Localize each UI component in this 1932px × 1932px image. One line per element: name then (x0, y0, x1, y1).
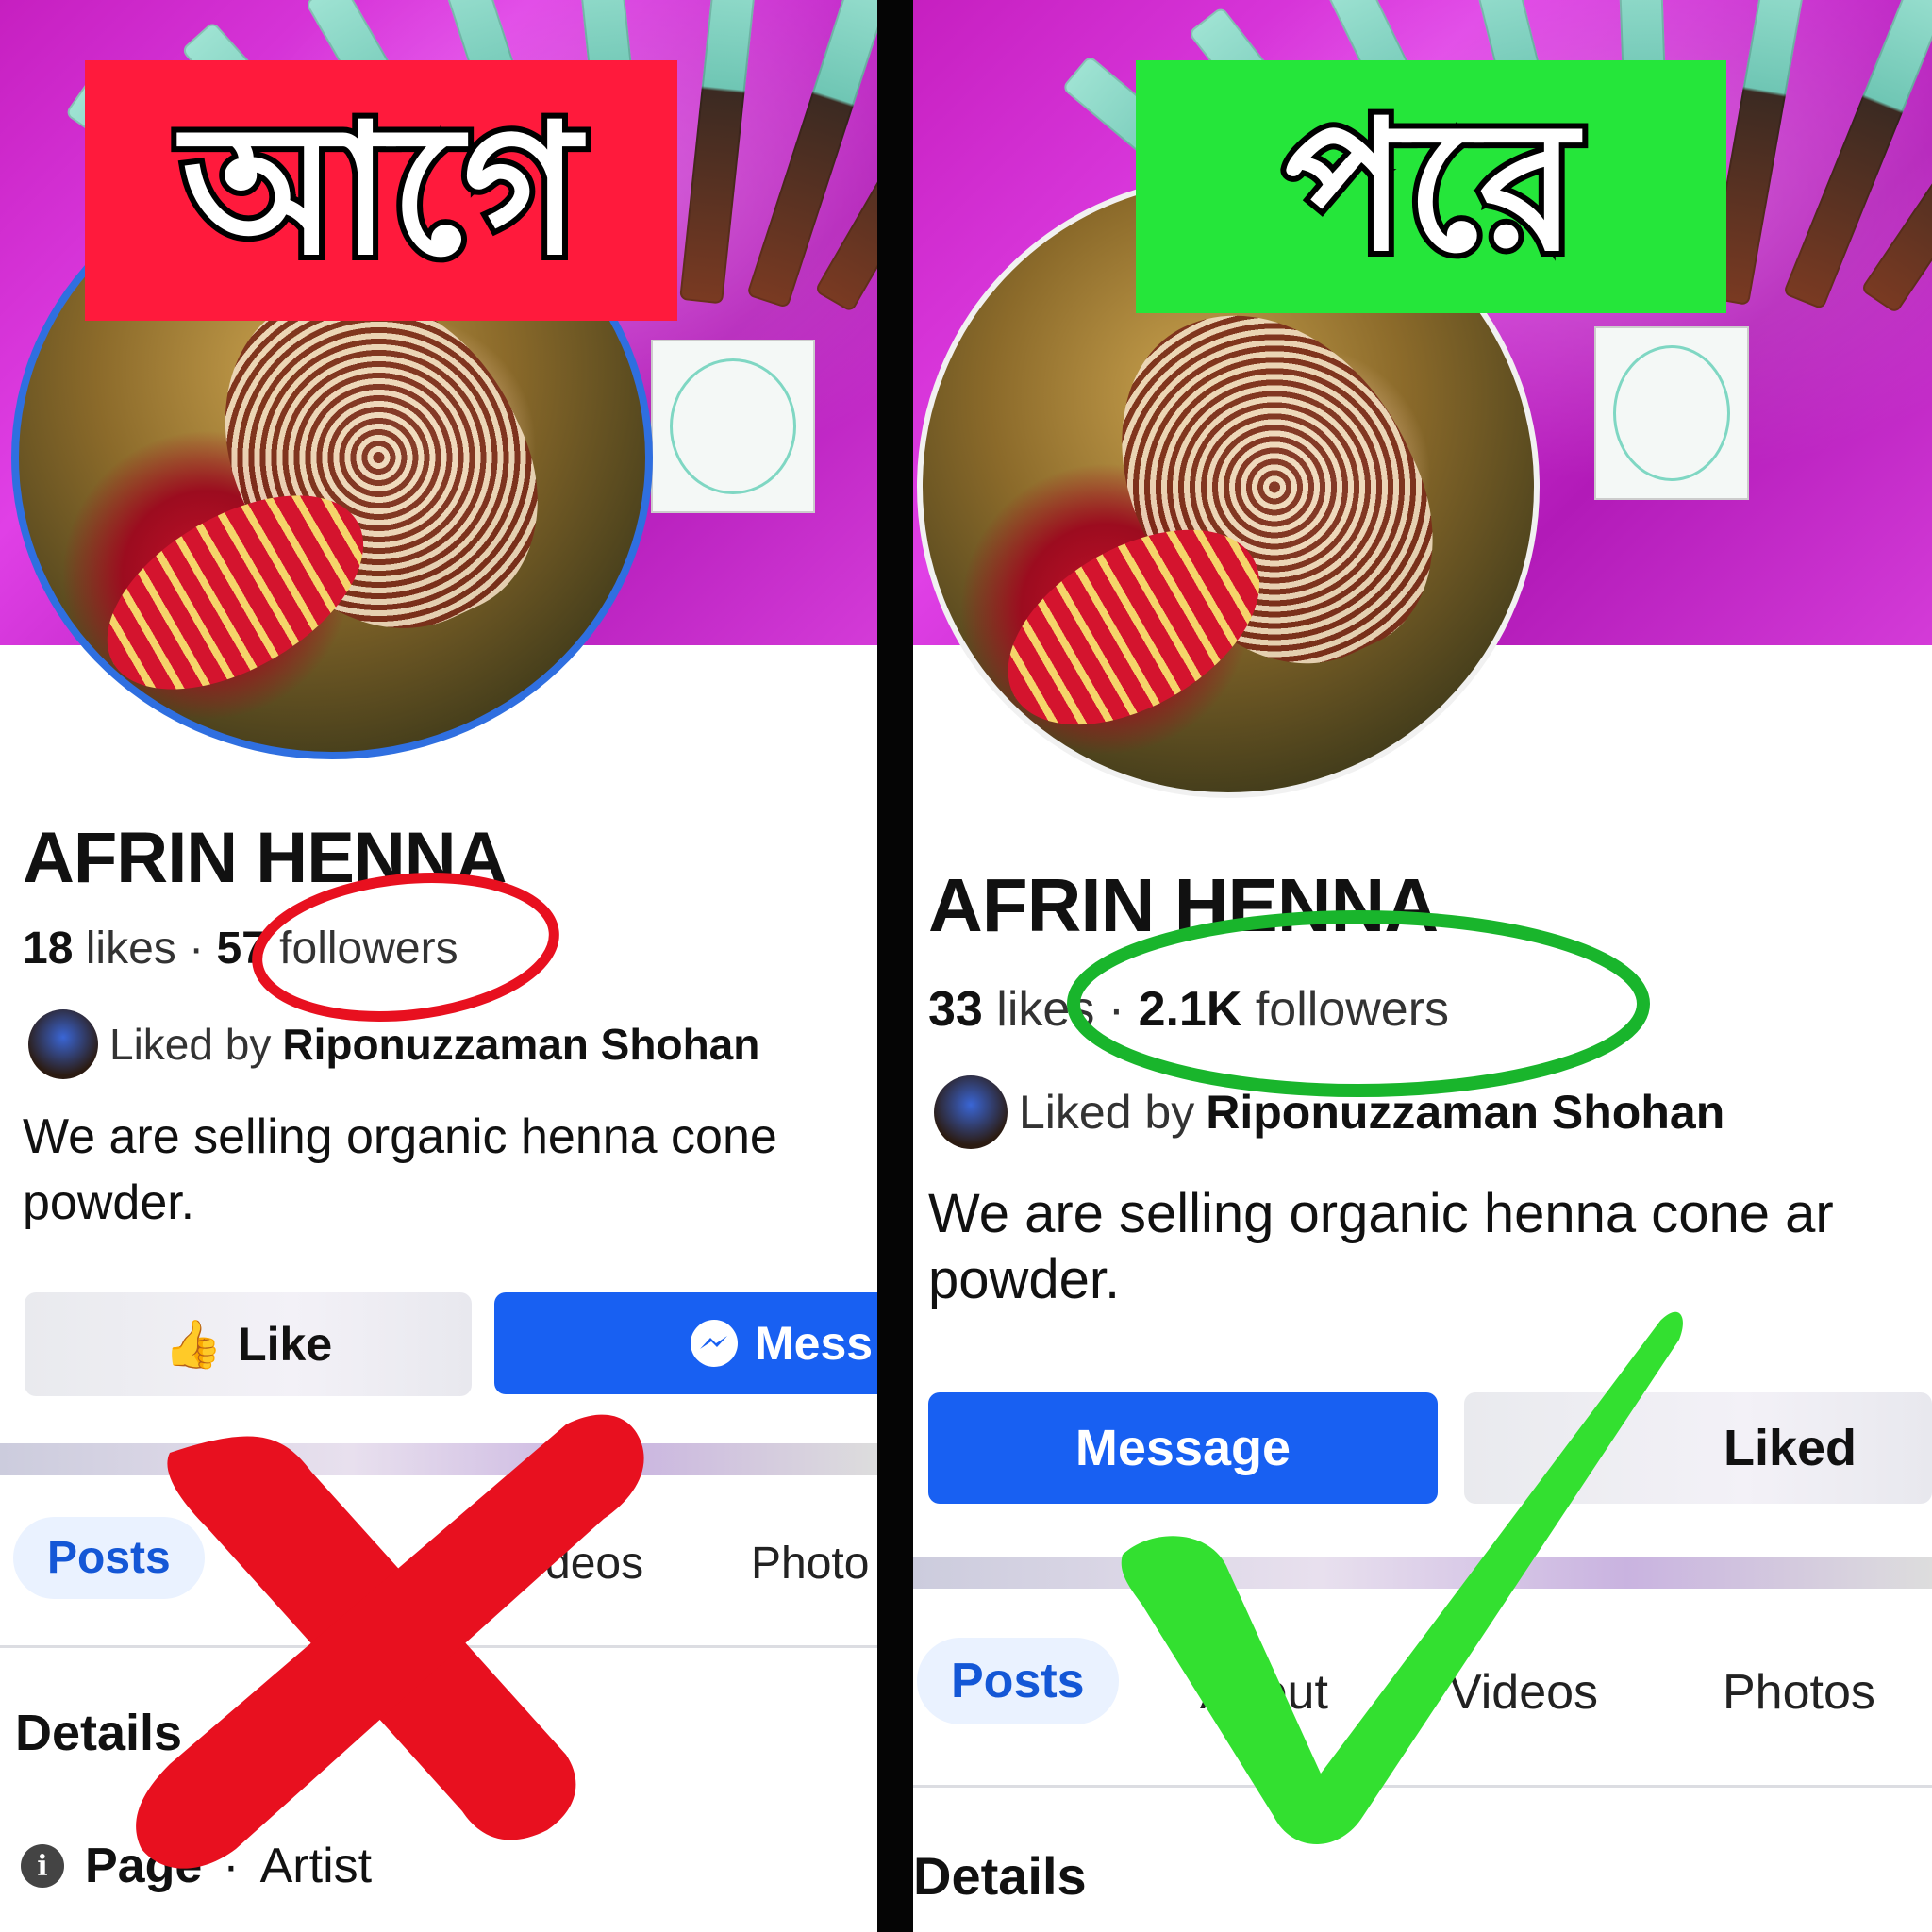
likes-label: likes (996, 982, 1095, 1037)
section-separator (0, 1443, 877, 1475)
after-panel: পরে AFRIN HENNA 33 likes · 2.1K follower… (913, 0, 1932, 1932)
before-after-comparison: আগে AFRIN HENNA 18 likes · 57 followers … (0, 0, 1932, 1932)
tab-videos[interactable]: deos (545, 1538, 643, 1590)
tab-posts[interactable]: Posts (13, 1517, 205, 1599)
followers-label[interactable]: followers (279, 924, 458, 974)
liked-by-row: Liked by Riponuzzaman Shohan (934, 1075, 1724, 1149)
page-name: AFRIN HENNA (928, 863, 1439, 947)
tab-about[interactable]: About (1200, 1664, 1328, 1721)
friend-avatar[interactable] (934, 1075, 1008, 1149)
friend-avatar[interactable] (28, 1009, 98, 1079)
page-type-prefix: Page (85, 1839, 203, 1893)
after-banner-text: পরে (1279, 82, 1583, 291)
message-button[interactable]: Message (928, 1392, 1438, 1504)
liked-button[interactable]: Liked (1464, 1392, 1932, 1504)
liked-by-name[interactable]: Riponuzzaman Shohan (282, 1019, 759, 1070)
liked-by-prefix: Liked by (1019, 1086, 1195, 1139)
brand-card-image (651, 340, 815, 513)
stats-separator: · (1108, 982, 1125, 1037)
likes-count: 33 (928, 982, 983, 1037)
likes-label: likes (85, 924, 176, 974)
message-button-label: Mess (755, 1317, 874, 1370)
after-banner: পরে (1136, 60, 1726, 313)
tab-videos[interactable]: Videos (1449, 1664, 1598, 1721)
liked-by-name[interactable]: Riponuzzaman Shohan (1206, 1085, 1724, 1140)
details-heading: Details (15, 1705, 183, 1761)
followers-count[interactable]: 2.1K (1139, 982, 1242, 1037)
stats-separator: · (189, 924, 205, 974)
before-banner: আগে (85, 60, 677, 321)
before-panel: আগে AFRIN HENNA 18 likes · 57 followers … (0, 0, 877, 1932)
tabs-divider (913, 1785, 1932, 1788)
section-separator (913, 1557, 1932, 1589)
message-button-label: Message (1074, 1420, 1291, 1476)
tab-photos[interactable]: Photo (751, 1538, 869, 1590)
liked-by-prefix: Liked by (109, 1020, 272, 1069)
tabs-divider (0, 1645, 877, 1648)
like-button-label: Like (238, 1318, 333, 1371)
page-description: We are selling organic henna cone powder… (23, 1109, 777, 1231)
before-banner-text: আগে (176, 86, 586, 294)
details-heading: Details (913, 1846, 1087, 1906)
page-type: Artist (259, 1839, 373, 1893)
liked-button-label: Liked (1723, 1420, 1857, 1476)
brand-card-image (1594, 326, 1749, 500)
panel-divider (877, 0, 913, 1932)
info-icon: i (21, 1844, 64, 1888)
page-stats: 18 likes · 57 followers (23, 923, 458, 974)
likes-count: 18 (23, 924, 74, 974)
tab-photos[interactable]: Photos (1723, 1664, 1875, 1721)
message-button[interactable]: Mess (494, 1292, 877, 1394)
like-button[interactable]: 👍 Like (25, 1292, 472, 1396)
page-description: We are selling organic henna cone ar pow… (928, 1183, 1834, 1310)
followers-count[interactable]: 57 (216, 924, 266, 974)
tab-posts[interactable]: Posts (917, 1638, 1119, 1724)
page-category-row: i Page · Artist (21, 1838, 372, 1894)
thumbs-up-icon: 👍 (163, 1317, 224, 1371)
page-name: AFRIN HENNA (23, 818, 508, 898)
followers-label[interactable]: followers (1256, 982, 1449, 1037)
liked-by-row: Liked by Riponuzzaman Shohan (28, 1009, 759, 1079)
messenger-icon (691, 1320, 738, 1367)
page-stats: 33 likes · 2.1K followers (928, 981, 1449, 1038)
category-separator: · (223, 1839, 240, 1893)
